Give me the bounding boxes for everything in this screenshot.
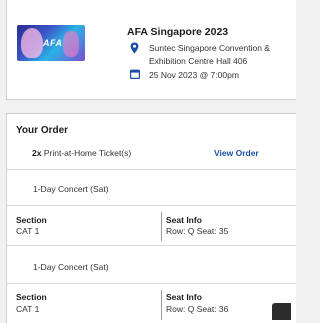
seat-info-value: Row: Q Seat: 35 (166, 226, 229, 236)
ticket-summary: 2x Print-at-Home Ticket(s) (32, 148, 131, 158)
event-title: AFA Singapore 2023 (127, 26, 229, 38)
thumbnail-character (63, 31, 79, 57)
ticket-type: Print-at-Home Ticket(s) (43, 148, 132, 158)
calendar-icon (130, 69, 140, 79)
section-label: Section (16, 215, 47, 225)
ticket-category: 1-Day Concert (Sat) (33, 262, 109, 272)
floating-widget[interactable] (272, 303, 291, 320)
seat-info-value: Row: Q Seat: 36 (166, 304, 229, 314)
seat-info-label: Seat Info (166, 215, 202, 225)
event-datetime: 25 Nov 2023 @ 7:00pm (149, 70, 239, 80)
order-heading: Your Order (16, 125, 69, 136)
divider (6, 205, 296, 206)
column-divider (161, 212, 162, 241)
location-pin-icon (130, 42, 139, 54)
thumbnail-character (21, 28, 43, 58)
divider (6, 169, 296, 170)
event-thumbnail[interactable]: AFA (17, 25, 85, 61)
order-card (6, 113, 296, 323)
divider (6, 283, 296, 284)
event-venue: Suntec Singapore Convention & Exhibition… (149, 43, 270, 66)
section-label: Section (16, 292, 47, 302)
thumbnail-logo: AFA (43, 38, 63, 48)
seat-info-label: Seat Info (166, 292, 202, 302)
section-value: CAT 1 (16, 304, 40, 314)
view-order-link[interactable]: View Order (214, 148, 259, 158)
ticket-quantity: 2x (32, 148, 42, 158)
ticket-category: 1-Day Concert (Sat) (33, 184, 109, 194)
divider (6, 245, 296, 246)
column-divider (161, 290, 162, 320)
section-value: CAT 1 (16, 226, 40, 236)
